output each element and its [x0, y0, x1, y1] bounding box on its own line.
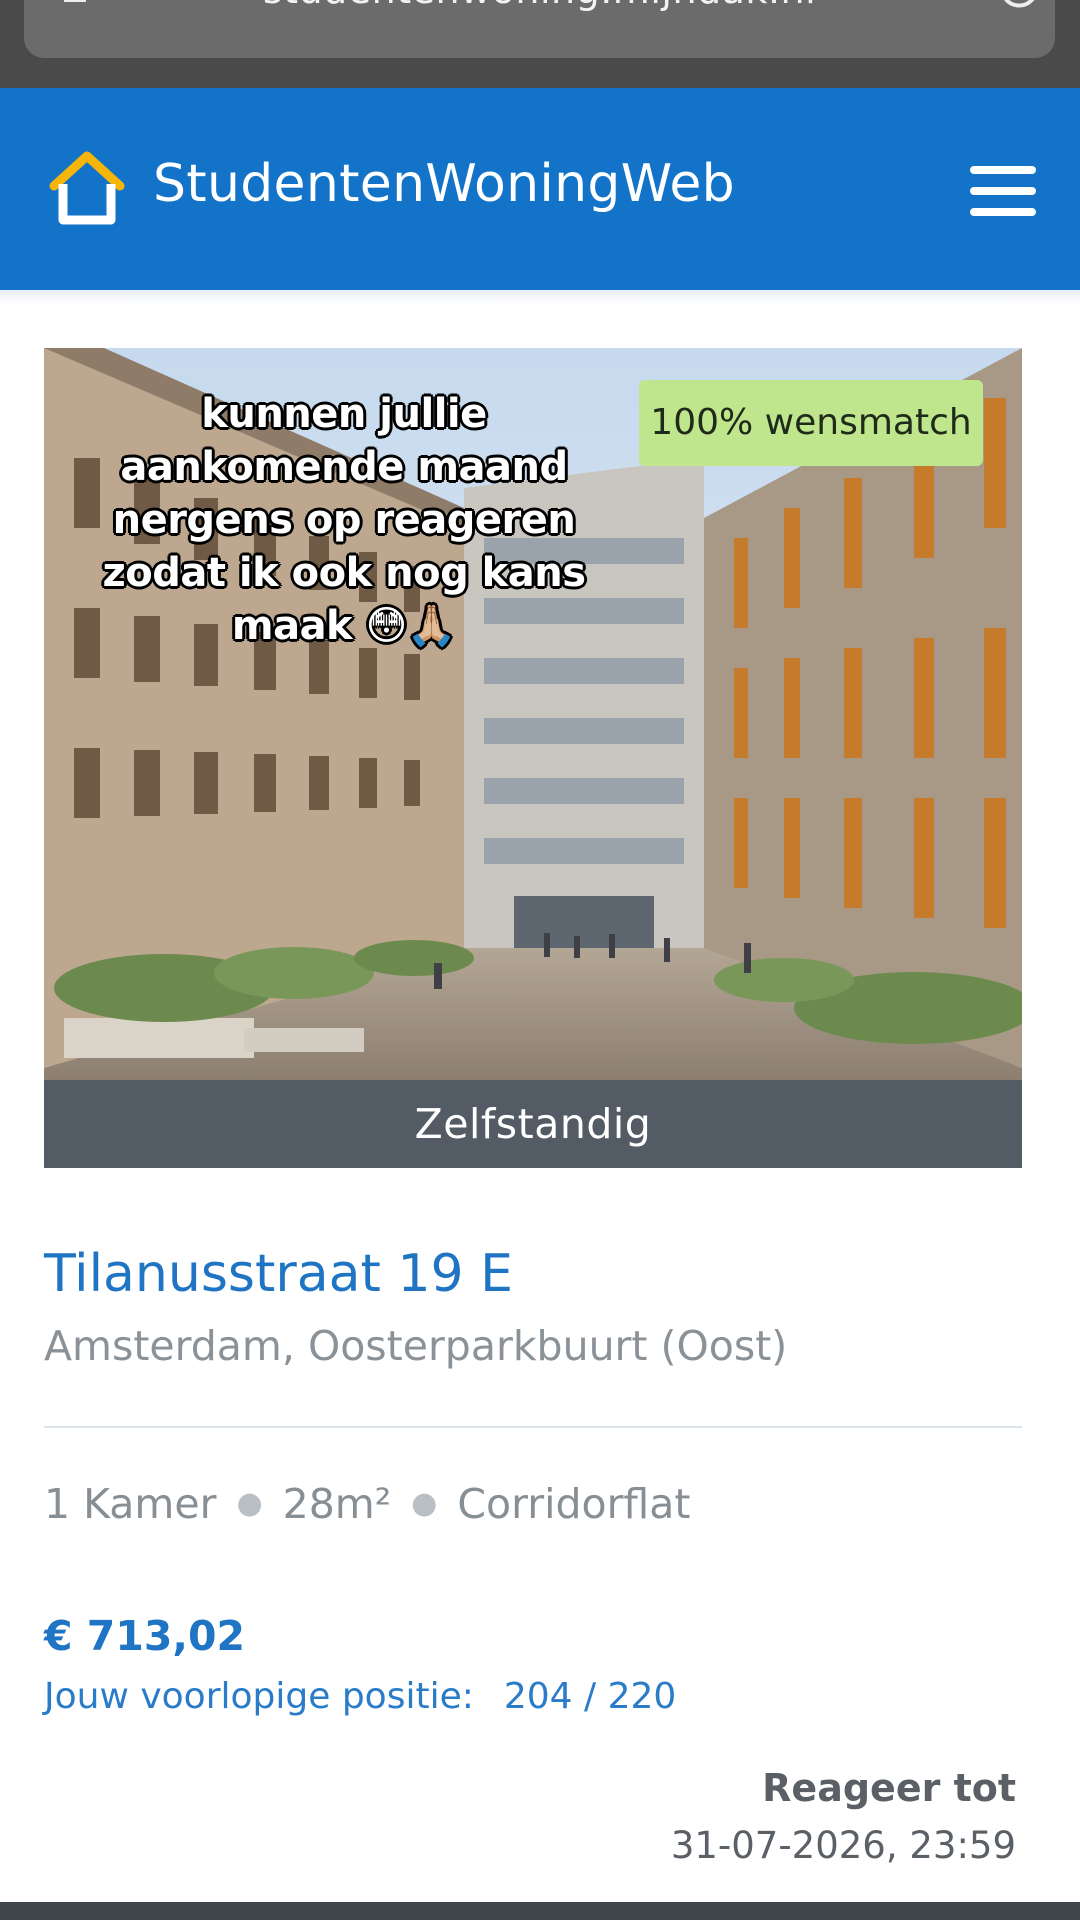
listing-photo[interactable]: kunnen jullie aankomende maand nergens o…: [44, 348, 1022, 1080]
hamburger-menu-icon[interactable]: [968, 164, 1038, 218]
building-type-value: Corridorflat: [457, 1480, 691, 1528]
separator-dot: ●: [411, 1486, 438, 1521]
deadline-value: 31-07-2026, 23:59: [670, 1824, 1016, 1867]
match-badge: 100% wensmatch: [639, 380, 983, 466]
listing-specs: 1 Kamer ● 28m² ● Corridorflat: [44, 1480, 690, 1528]
address-bar[interactable]: studentenwoning.mijndak.nl: [24, 0, 1055, 58]
header-shadow: [0, 290, 1080, 304]
listing-street[interactable]: Tilanusstraat 19 E: [44, 1244, 513, 1304]
url-text: studentenwoning.mijndak.nl: [24, 0, 1055, 12]
rent-price: € 713,02: [44, 1612, 246, 1660]
divider: [44, 1426, 1022, 1428]
site-logo-text[interactable]: StudentenWoningWeb: [153, 154, 735, 214]
site-header: StudentenWoningWeb: [0, 88, 1080, 290]
listing-city: Amsterdam, Oosterparkbuurt (Oost): [44, 1322, 788, 1370]
separator-dot: ●: [236, 1486, 263, 1521]
queue-position: Jouw voorlopige positie: 204 / 220: [44, 1676, 676, 1717]
overlay-caption: kunnen jullie aankomende maand nergens o…: [102, 391, 586, 649]
bottom-bar: [0, 1902, 1080, 1920]
position-value: 204 / 220: [503, 1676, 677, 1717]
house-logo-icon[interactable]: [48, 148, 126, 228]
housing-type-label: Zelfstandig: [44, 1080, 1022, 1168]
browser-toolbar: studentenwoning.mijndak.nl: [0, 0, 1080, 88]
position-label: Jouw voorlopige positie:: [44, 1676, 474, 1717]
size-value: 28m²: [282, 1480, 392, 1528]
deadline-label: Reageer tot: [762, 1766, 1016, 1810]
rooms-value: 1 Kamer: [44, 1480, 217, 1528]
reload-icon[interactable]: [996, 0, 1048, 20]
